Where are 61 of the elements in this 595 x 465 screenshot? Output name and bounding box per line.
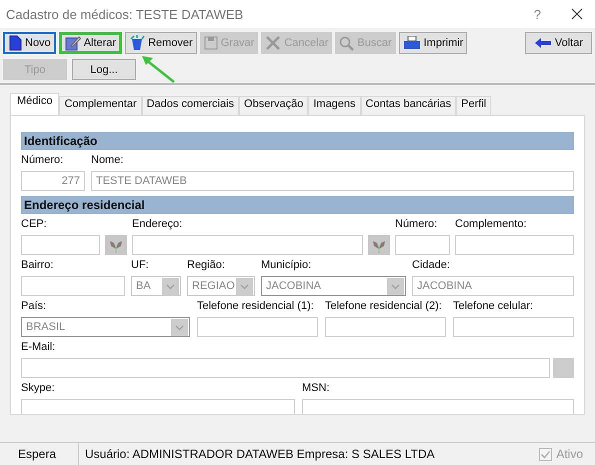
field-label: Número:: [395, 217, 438, 232]
input-field[interactable]: [395, 235, 450, 255]
input-field[interactable]: TESTE DATAWEB: [91, 171, 574, 191]
input-field[interactable]: [302, 399, 574, 414]
close-icon[interactable]: [571, 8, 583, 20]
field-label: Telefone celular:: [453, 299, 534, 314]
field-label: Região:: [187, 258, 226, 273]
dropdown[interactable]: BRASIL: [21, 317, 190, 337]
email-button[interactable]: [553, 358, 574, 378]
search-icon: [339, 36, 354, 50]
page-icon: [8, 35, 22, 51]
field-label: UF:: [131, 258, 150, 273]
arrow-left-icon: [534, 37, 552, 49]
window-title: Cadastro de médicos: TESTE DATAWEB: [6, 6, 244, 22]
input-field[interactable]: JACOBINA: [412, 276, 574, 296]
toolbar-button[interactable]: Imprimir: [398, 32, 468, 54]
lookup-icon[interactable]: [368, 235, 390, 255]
field-label: Telefone residencial (2):: [325, 299, 443, 314]
field-label: Bairro:: [21, 258, 54, 273]
cross-icon: [265, 35, 282, 51]
status-text: Usuário: ADMINISTRADOR DATAWEB Empresa: S SALES LTDA: [84, 447, 436, 461]
field-label: E-Mail:: [21, 340, 56, 355]
field-label: Município:: [261, 258, 312, 273]
input-field[interactable]: [453, 317, 574, 337]
checkbox-label: Ativo: [556, 447, 583, 461]
input-field[interactable]: 277: [21, 171, 85, 191]
toolbar-button[interactable]: Remover: [125, 32, 197, 54]
field-label: CEP:: [21, 217, 48, 232]
input-field[interactable]: [21, 399, 295, 414]
help-button[interactable]: ?: [534, 6, 541, 22]
input-field[interactable]: [325, 317, 446, 337]
printer-icon: [402, 36, 421, 50]
dropdown[interactable]: JACOBINA: [261, 276, 406, 296]
input-field[interactable]: [455, 235, 574, 255]
toolbar-button[interactable]: Log...: [72, 59, 136, 80]
section-header: Endereço residencial: [21, 196, 574, 214]
input-field[interactable]: [132, 235, 363, 255]
section-header: Identificação: [21, 132, 574, 150]
save-icon: [204, 36, 218, 50]
field-label: MSN:: [302, 381, 330, 396]
input-field[interactable]: [21, 235, 100, 255]
field-label: País:: [21, 299, 48, 314]
pencil-icon: [64, 35, 81, 51]
field-label: Telefone residencial (1):: [197, 299, 315, 314]
arrow-annotation: [140, 54, 176, 84]
input-field[interactable]: [197, 317, 318, 337]
input-field[interactable]: [21, 358, 550, 378]
toolbar-button[interactable]: Alterar: [58, 32, 122, 54]
status-text: Espera: [0, 443, 79, 465]
field-label: Nome:: [91, 153, 124, 168]
toolbar-button[interactable]: Novo: [3, 32, 56, 54]
field-label: Cidade:: [412, 258, 451, 273]
toolbar-button[interactable]: Voltar: [524, 32, 592, 54]
field-label: Complemento:: [455, 217, 528, 232]
field-label: Skype:: [21, 381, 56, 396]
bin-icon: [129, 35, 146, 51]
tab[interactable]: Médico: [10, 93, 60, 115]
lookup-icon[interactable]: [105, 235, 127, 255]
input-field[interactable]: [21, 276, 125, 296]
field-label: Endereço:: [132, 217, 184, 232]
field-label: Número:: [21, 153, 64, 168]
